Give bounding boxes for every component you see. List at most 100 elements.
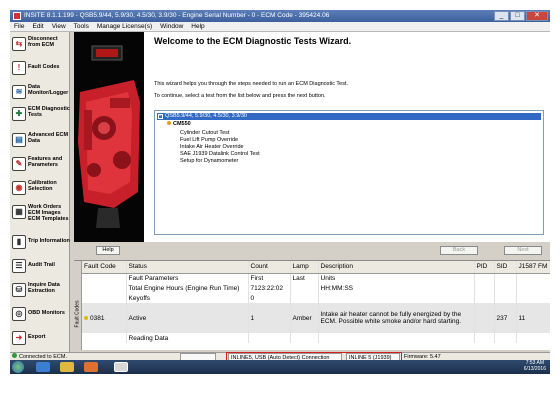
cell-count: First <box>248 273 291 283</box>
nav-ecm-diagnostic-tests[interactable]: ✚ ECM Diagnostic Tests <box>12 104 70 130</box>
cell-sid: 237 <box>494 303 517 333</box>
cell-description <box>318 293 475 303</box>
test-item-intake-air-heater[interactable]: Intake Air Heater Override <box>180 144 244 150</box>
cell-fmi: 11 <box>516 303 550 333</box>
nav-inquire-data-extraction[interactable]: ⛁ Inquire Data Extraction <box>12 280 68 302</box>
nav-label: Data Monitor/Logger <box>28 84 69 96</box>
nav-disconnect-from-ecm[interactable]: ⇆ Disconnect from ECM <box>12 34 68 56</box>
cell-pid <box>474 333 495 343</box>
wizard-content: Welcome to the ECM Diagnostic Tests Wiza… <box>144 32 550 242</box>
menu-view[interactable]: View <box>52 22 66 31</box>
cell-sid <box>494 273 517 283</box>
windows-taskbar: 7:53 AM 6/13/2016 <box>10 360 550 374</box>
data-monitor-icon: ≋ <box>12 85 26 99</box>
insite-taskbar-icon[interactable] <box>114 362 128 372</box>
cell-description: Intake air heater cannot be fully energi… <box>318 303 475 333</box>
minimize-button[interactable]: _ <box>494 11 509 21</box>
obd-icon: ◎ <box>12 307 26 321</box>
cell-count: 1 <box>248 303 291 333</box>
status-bar: Connected to ECM. INLINE5, USB (Auto Det… <box>10 352 550 363</box>
fault-codes-icon: ! <box>12 61 26 75</box>
collapse-icon[interactable]: − <box>158 114 163 119</box>
column-header-pid[interactable]: PID <box>474 261 495 274</box>
menu-tools[interactable]: Tools <box>74 22 89 31</box>
cell-lamp <box>290 283 319 293</box>
help-button[interactable]: Help <box>96 246 120 255</box>
nav-label: Inquire Data Extraction <box>28 282 60 294</box>
nav-export[interactable]: ➜ Export <box>12 328 68 350</box>
cell-description <box>318 333 475 343</box>
nav-label: Advanced ECM Data <box>28 132 69 144</box>
test-list[interactable]: − QSB5.9/44, 5.9/30, 4.5/30, 3.9/30 CM55… <box>154 110 544 235</box>
cell-pid <box>474 273 495 283</box>
column-header-description[interactable]: Description <box>318 261 475 274</box>
maximize-button[interactable]: □ <box>510 11 525 21</box>
nav-label: Fault Codes <box>28 64 60 70</box>
menu-manage-licenses[interactable]: Manage License(s) <box>97 22 152 31</box>
calibration-icon: ◉ <box>12 181 26 195</box>
file-explorer-icon[interactable] <box>60 362 74 372</box>
left-navigation-panel: ⇆ Disconnect from ECM ! Fault Codes ≋ Da… <box>10 32 70 352</box>
table-row[interactable]: Fault Parameters First Last Units <box>82 273 550 283</box>
fault-codes-side-tab[interactable]: Fault Codes <box>74 261 82 350</box>
cell-code <box>82 273 127 283</box>
cell-count: 7123:22:02 <box>248 283 291 293</box>
engine-illustration <box>74 32 144 242</box>
test-item-dynamometer[interactable]: Setup for Dynamometer <box>180 158 238 164</box>
window-controls: _ □ ✕ <box>494 11 548 21</box>
nav-obd-monitors[interactable]: ◎ OBD Monitors <box>12 304 68 326</box>
table-row[interactable]: Reading Data <box>82 333 550 343</box>
table-row[interactable]: Keyoffs 0 <box>82 293 550 303</box>
menu-edit[interactable]: Edit <box>32 22 43 31</box>
wizard-title: Welcome to the ECM Diagnostic Tests Wiza… <box>154 36 352 46</box>
column-header-fault-code[interactable]: Fault Code <box>82 261 127 274</box>
system-tray-clock[interactable]: 7:53 AM 6/13/2016 <box>524 360 546 372</box>
insite-app-icon <box>13 12 21 20</box>
insite-application-window: INSITE 8.1.1.199 - QSB5.9/44, 5.9/30, 4.… <box>10 10 550 374</box>
column-header-status[interactable]: Status <box>126 261 249 274</box>
nav-label: ECM Diagnostic Tests <box>28 106 70 118</box>
nav-calibration-selection[interactable]: ◉ Calibration Selection <box>12 178 68 200</box>
audit-trail-icon: ☰ <box>12 259 26 273</box>
table-header-row: Fault Code Status Count Lamp Description… <box>82 261 550 274</box>
table-row[interactable]: Total Engine Hours (Engine Run Time) 712… <box>82 283 550 293</box>
cell-lamp: Amber <box>290 303 319 333</box>
cell-status: Reading Data <box>126 333 249 343</box>
cell-lamp: Last <box>290 273 319 283</box>
table-row-active-fault[interactable]: 0381 Active 1 Amber Intake air heater ca… <box>82 303 550 333</box>
menu-file[interactable]: File <box>14 22 24 31</box>
back-button[interactable]: Back <box>440 246 478 255</box>
test-item-fuel-lift-pump[interactable]: Fuel Lift Pump Override <box>180 137 238 143</box>
nav-advanced-ecm-data[interactable]: ▤ Advanced ECM Data <box>12 130 68 152</box>
internet-explorer-icon[interactable] <box>36 362 50 372</box>
media-player-icon[interactable] <box>84 362 98 372</box>
nav-fault-codes[interactable]: ! Fault Codes <box>12 58 68 80</box>
close-button[interactable]: ✕ <box>526 11 548 21</box>
nav-data-monitor-logger[interactable]: ≋ Data Monitor/Logger <box>12 82 68 104</box>
column-header-lamp[interactable]: Lamp <box>290 261 319 274</box>
start-button[interactable] <box>12 361 24 373</box>
column-header-sid[interactable]: SID <box>494 261 517 274</box>
test-item-cylinder-cutout[interactable]: Cylinder Cutout Test <box>180 130 229 136</box>
test-item-sae-j1939[interactable]: SAE J1939 Datalink Control Test <box>180 151 260 157</box>
tree-root-engine[interactable]: − QSB5.9/44, 5.9/30, 4.5/30, 3.9/30 <box>157 113 541 120</box>
nav-label: Trip Information <box>28 238 70 244</box>
wizard-description: This wizard helps you through the steps … <box>154 81 349 87</box>
column-header-count[interactable]: Count <box>248 261 291 274</box>
title-bar[interactable]: INSITE 8.1.1.199 - QSB5.9/44, 5.9/30, 4.… <box>10 10 550 22</box>
nav-trip-information[interactable]: ▮ Trip Information <box>12 232 70 254</box>
menu-help[interactable]: Help <box>191 22 204 31</box>
tree-node-ecm[interactable]: CM550 <box>167 121 191 127</box>
cell-lamp <box>290 333 319 343</box>
fault-codes-table: Fault Code Status Count Lamp Description… <box>82 261 550 343</box>
disconnect-icon: ⇆ <box>12 37 26 51</box>
window-title: INSITE 8.1.1.199 - QSB5.9/44, 5.9/30, 4.… <box>24 12 330 19</box>
amber-lamp-icon <box>84 315 88 320</box>
nav-work-orders-ecm-images[interactable]: ▦ Work Orders ECM Images ECM Templates <box>12 202 69 230</box>
nav-features-and-parameters[interactable]: ✎ Features and Parameters <box>12 154 68 176</box>
menu-window[interactable]: Window <box>160 22 183 31</box>
next-button[interactable]: Next <box>504 246 542 255</box>
nav-audit-trail[interactable]: ☰ Audit Trail <box>12 256 68 278</box>
nav-label: OBD Monitors <box>28 310 65 316</box>
column-header-j1587-fmi[interactable]: J1587 FM <box>516 261 550 274</box>
